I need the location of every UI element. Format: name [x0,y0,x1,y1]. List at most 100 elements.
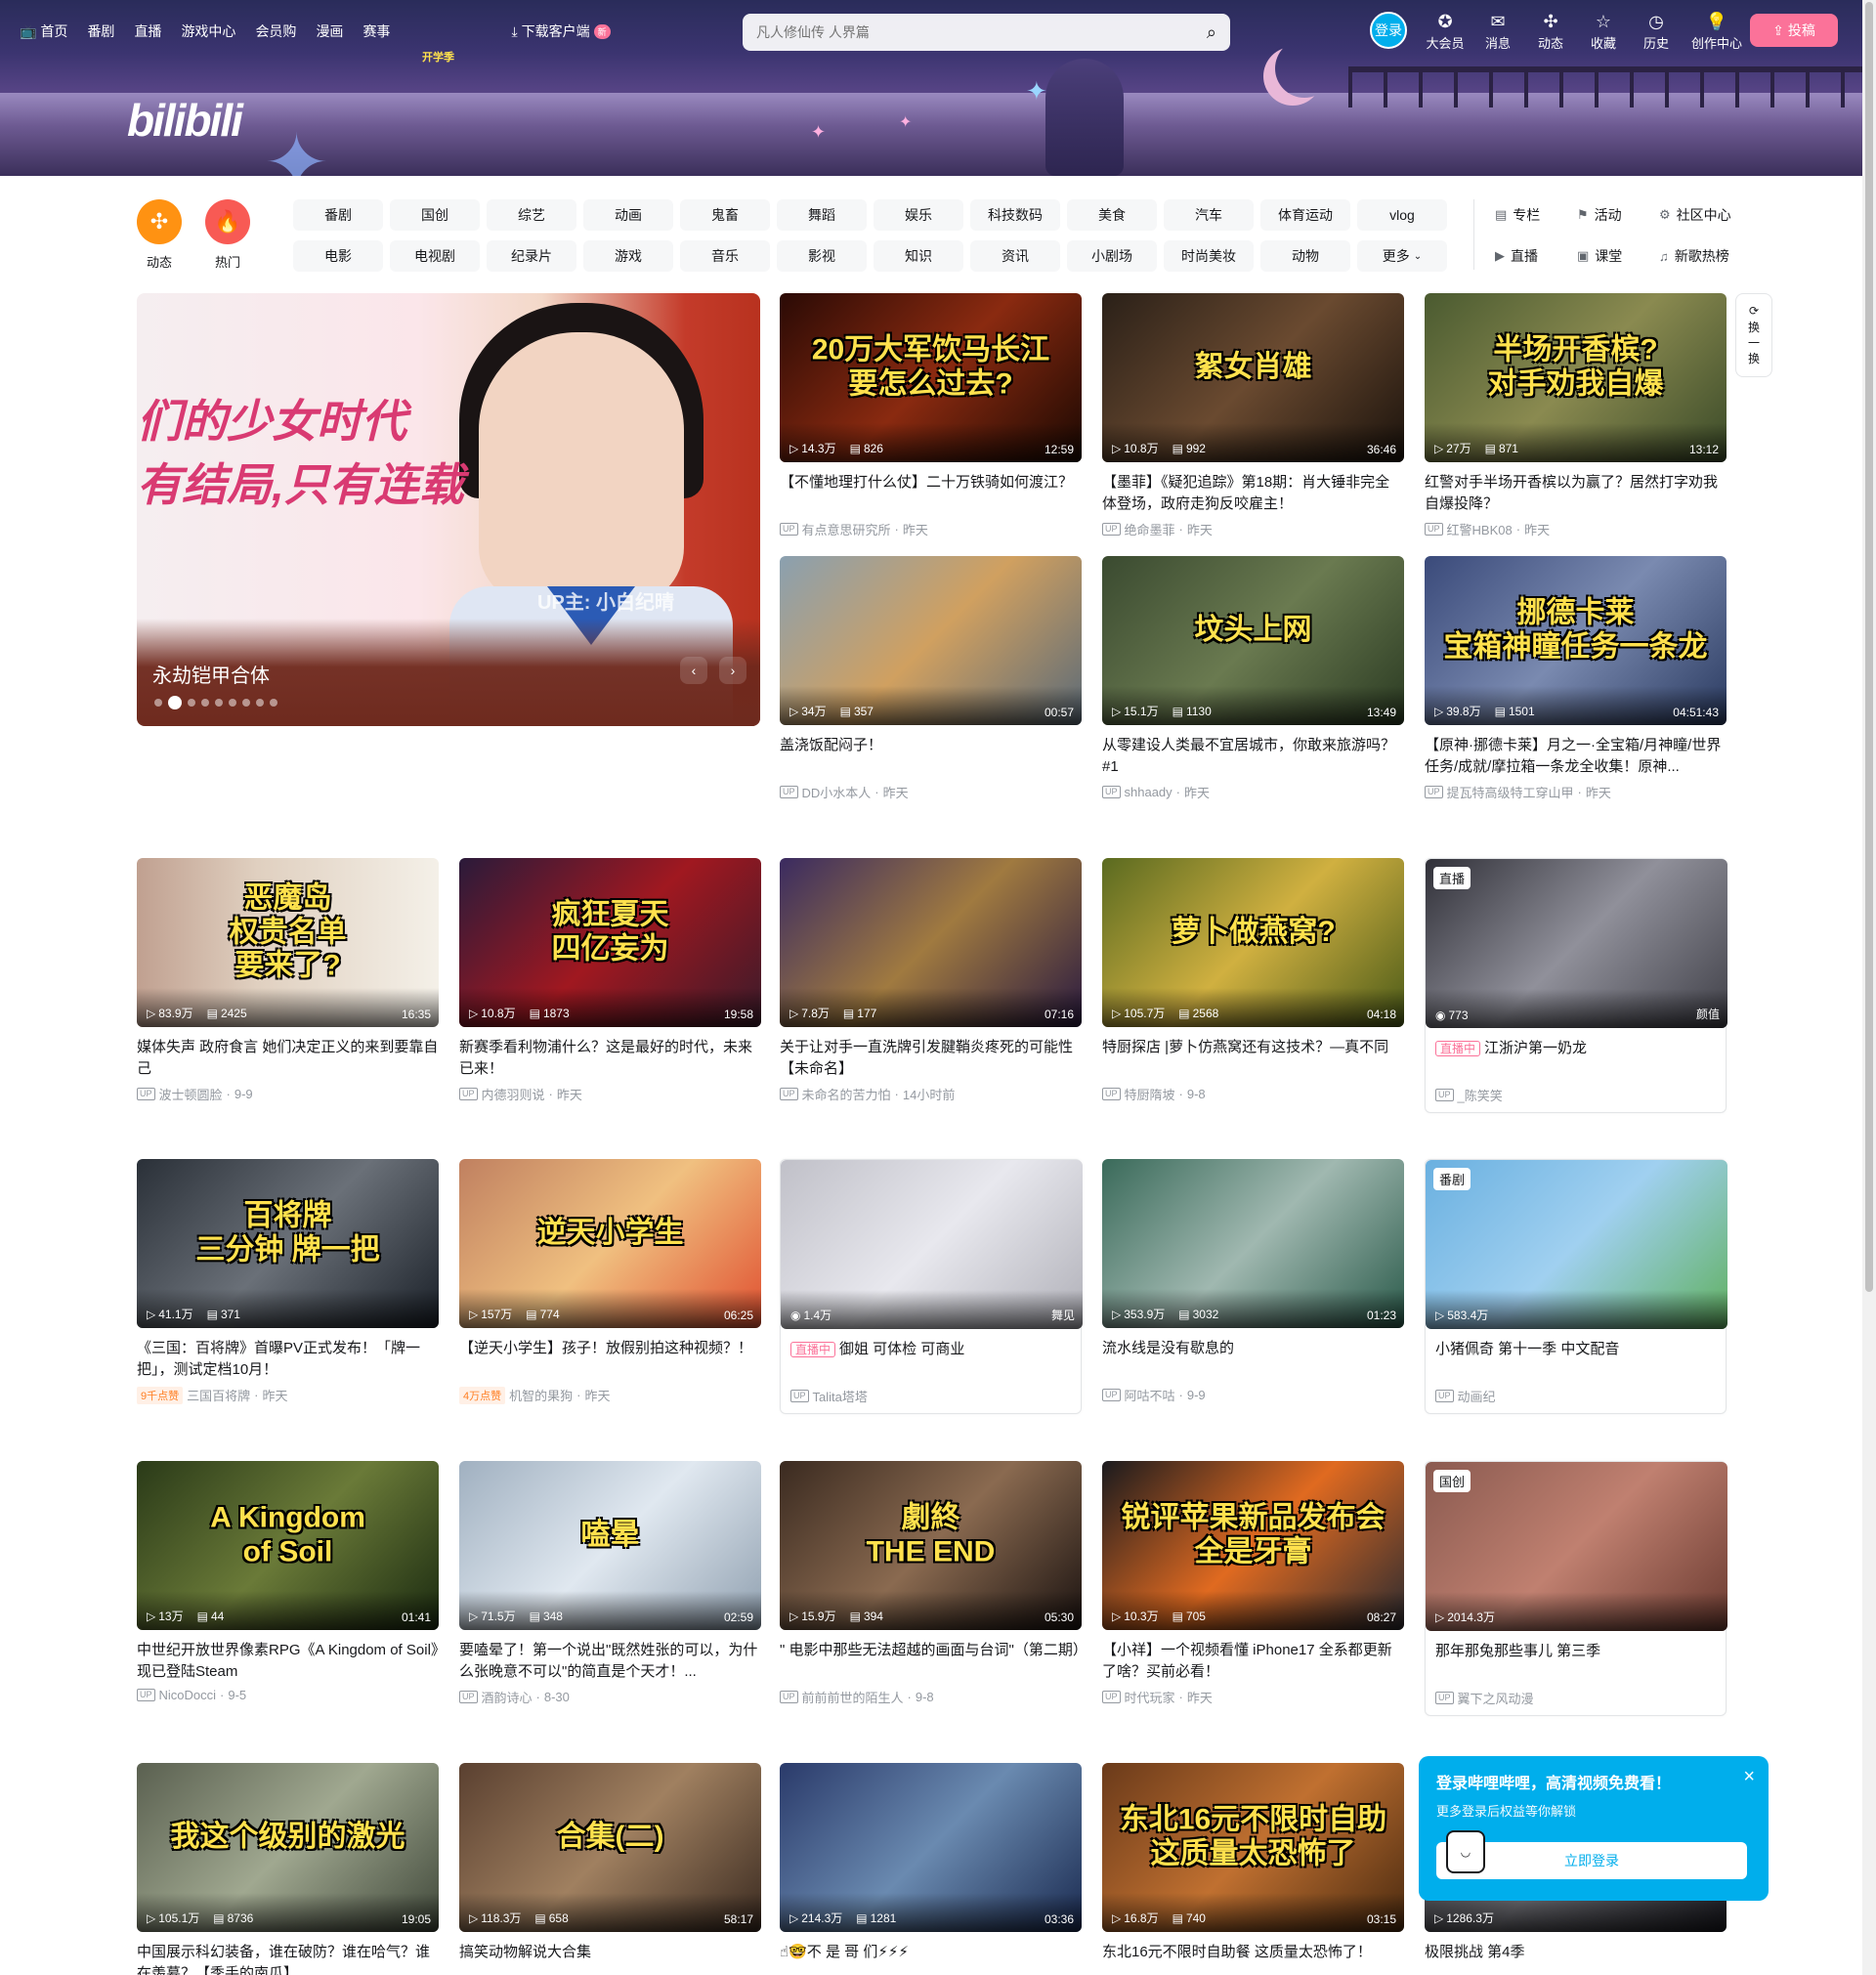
channel-item[interactable]: 纪录片 [487,240,576,272]
channel-item[interactable]: 番剧 [293,199,383,231]
video-thumbnail[interactable]: 劇終 THE END ▷ 15.9万 ▤ 394 05:30 [780,1461,1082,1630]
channel-item[interactable]: 舞蹈 [777,199,867,231]
video-thumbnail[interactable]: 逆天小学生 ▷ 157万 ▤ 774 06:25 [459,1159,761,1328]
nav-manga[interactable]: 漫画 [316,21,343,41]
video-title[interactable]: 盖浇饭配闷子！ [780,735,1082,778]
video-card[interactable]: 20万大军饮马长江 要怎么过去? ▷ 14.3万 ▤ 826 12:59 【不懂地理打什么仗… [780,293,1082,538]
nav-message[interactable]: ✉ 消息 [1471,12,1524,52]
carousel-dot[interactable] [215,699,223,707]
channel-item[interactable]: 电影 [293,240,383,272]
nav-vip[interactable]: ✪ 大会员 [1419,12,1471,52]
video-thumbnail[interactable]: 番剧 ▷ 583.4万 [1426,1160,1727,1329]
uploader-name[interactable]: 阿咕不咕 [1125,1386,1175,1404]
video-card[interactable]: 疯狂夏天 四亿妄为 ▷ 10.8万 ▤ 1873 19:58 新赛季看利物浦什么？这是最好的… [459,858,761,1103]
video-title[interactable]: 小猪佩奇 第十一季 中文配音 [1426,1339,1726,1382]
uploader-name[interactable]: 特厨隋坡 [1125,1085,1175,1103]
uploader-name[interactable]: 红警HBK08 [1447,520,1513,538]
bangumi-card[interactable]: 国创 ▷ 2014.3万 那年那兔那些事儿 第三季 UP 翼下之风动漫 [1425,1461,1727,1716]
hot-circle-button[interactable]: 🔥 [205,199,250,244]
uploader-name[interactable]: 翼下之风动漫 [1458,1689,1534,1707]
nav-game-center[interactable]: 游戏中心 [181,21,235,41]
video-card[interactable]: 恶魔岛 权贵名单 要来了? ▷ 83.9万 ▤ 2425 16:35 媒体失声 政府食言 她… [137,858,439,1103]
carousel-dot[interactable] [256,699,264,707]
close-icon[interactable]: × [1743,1766,1755,1788]
banner-campaign-tag[interactable]: 开学季 [422,49,454,64]
uploader-name[interactable]: 绝命墨菲 [1125,520,1175,538]
video-thumbnail[interactable]: 合集(二) ▷ 118.3万 ▤ 658 58:17 [459,1763,761,1932]
video-card[interactable]: ▷ 214.3万 ▤ 1281 03:36 ☝🤓不 是 哥 们⚡⚡⚡ [780,1763,1082,1975]
link-activity[interactable]: ⚑ 活动 [1577,199,1653,231]
channel-item[interactable]: 动物 [1260,240,1350,272]
video-card[interactable]: ▷ 34万 ▤ 357 00:57 盖浇饭配闷子！ UP DD小水本人 · 昨天 [780,556,1082,801]
uploader-name[interactable]: 有点意思研究所 [802,520,891,538]
video-thumbnail[interactable]: 萝卜做燕窝? ▷ 105.7万 ▤ 2568 04:18 [1102,858,1404,1027]
nav-favorite[interactable]: ☆ 收藏 [1577,12,1630,52]
video-title[interactable]: 【墨菲】《疑犯追踪》第18期：肖大锤非完全体登场，政府走狗反咬雇主！ [1102,472,1404,515]
live-card[interactable]: ◉ 1.4万 舞见 直播中 御姐 可体检 可商业 UP Talita塔塔 [780,1159,1083,1414]
video-thumbnail[interactable]: 国创 ▷ 2014.3万 [1426,1462,1727,1631]
video-thumbnail[interactable]: 挪德卡莱 宝箱神瞳任务一条龙 ▷ 39.8万 ▤ 1501 04:51:43 [1425,556,1727,725]
video-title[interactable]: 中世纪开放世界像素RPG《A Kingdom of Soil》现已登陆Steam [137,1640,439,1683]
search-icon[interactable]: ⌕ [1207,22,1216,43]
uploader-name[interactable]: 波士顿圆脸 [159,1085,223,1103]
scrollbar-thumb[interactable] [1865,2,1873,1292]
video-title[interactable]: 《三国：百将牌》首曝PV正式发布！「牌一把」，测试定档10月！ [137,1338,439,1381]
video-thumbnail[interactable]: 锐评苹果新品发布会 全是牙膏 ▷ 10.3万 ▤ 705 08:27 [1102,1461,1404,1630]
video-thumbnail[interactable]: ▷ 34万 ▤ 357 00:57 [780,556,1082,725]
search-input[interactable] [756,24,1207,40]
nav-creator-center[interactable]: 💡 创作中心 [1683,12,1751,52]
nav-home[interactable]: 📺 首页 [20,21,67,41]
video-card[interactable]: 挪德卡莱 宝箱神瞳任务一条龙 ▷ 39.8万 ▤ 1501 04:51:43 【原神·挪德卡… [1425,556,1727,801]
nav-live[interactable]: 直播 [134,21,161,41]
video-title[interactable]: 特厨探店 |萝卜仿燕窝还有这技术？—真不同 [1102,1037,1404,1080]
channel-item[interactable]: 音乐 [680,240,770,272]
link-column[interactable]: ▤ 专栏 [1495,199,1571,231]
video-card[interactable]: 东北16元不限时自助 这质量太恐怖了 ▷ 16.8万 ▤ 740 03:15 东北16元不限… [1102,1763,1404,1975]
video-card[interactable]: 锐评苹果新品发布会 全是牙膏 ▷ 10.3万 ▤ 705 08:27 【小祥】一个视频看懂 … [1102,1461,1404,1706]
video-title[interactable]: 【逆天小学生】孩子！放假别拍这种视频？！ [459,1338,761,1381]
video-title[interactable]: 直播中 御姐 可体检 可商业 [781,1339,1081,1382]
uploader-name[interactable]: 机智的果狗 [509,1386,573,1404]
video-card[interactable]: 百将牌 三分钟 牌一把 ▷ 41.1万 ▤ 371 《三国：百将牌》首曝PV正式发布！「牌… [137,1159,439,1404]
video-card[interactable]: A Kingdom of Soil ▷ 13万 ▤ 44 01:41 中世纪开放世界像素RP… [137,1461,439,1702]
video-title[interactable]: 搞笑动物解说大合集 [459,1942,761,1975]
channel-item[interactable]: 美食 [1067,199,1157,231]
channel-item[interactable]: 科技数码 [970,199,1060,231]
video-card[interactable]: 半场开香槟? 对手劝我自爆 ▷ 27万 ▤ 871 13:12 红警对手半场开香槟以为赢了？… [1425,293,1727,538]
channel-item[interactable]: vlog [1357,199,1447,231]
carousel-dot[interactable] [188,699,195,707]
video-title[interactable]: ☝🤓不 是 哥 们⚡⚡⚡ [780,1942,1082,1975]
login-avatar[interactable]: 登录 [1370,12,1407,49]
carousel-dot[interactable] [201,699,209,707]
carousel-dot[interactable] [154,699,162,707]
uploader-name[interactable]: 时代玩家 [1125,1688,1175,1706]
video-title[interactable]: " 电影中那些无法超越的画面与台词"（第二期） [780,1640,1082,1683]
video-thumbnail[interactable]: ▷ 353.9万 ▤ 3032 01:23 [1102,1159,1404,1328]
video-thumbnail[interactable]: 嗑晕 ▷ 71.5万 ▤ 348 02:59 [459,1461,761,1630]
link-live[interactable]: ▶ 直播 [1495,240,1571,272]
channel-item[interactable]: 综艺 [487,199,576,231]
carousel-prev-button[interactable]: ‹ [680,657,707,684]
video-title[interactable]: 极限挑战 第4季 [1425,1942,1727,1975]
uploader-name[interactable]: NicoDocci [159,1688,217,1702]
nav-dynamic[interactable]: ✣ 动态 [1524,12,1577,52]
link-community[interactable]: ⚙ 社区中心 [1659,199,1735,231]
uploader-name[interactable]: 动画纪 [1458,1387,1496,1405]
channel-item[interactable]: 汽车 [1164,199,1254,231]
link-new-songs[interactable]: ♫ 新歌热榜 [1659,240,1735,272]
carousel-dot[interactable] [229,699,236,707]
bangumi-card[interactable]: 番剧 ▷ 583.4万 小猪佩奇 第十一季 中文配音 UP 动画纪 [1425,1159,1727,1414]
uploader-name[interactable]: 酒韵诗心 [482,1688,533,1706]
uploader-name[interactable]: shhaady [1125,785,1172,799]
upload-button[interactable]: ⇪ 投稿 [1750,14,1838,47]
channel-item[interactable]: 资讯 [970,240,1060,272]
channel-item[interactable]: 动画 [583,199,673,231]
video-card[interactable]: 萝卜做燕窝? ▷ 105.7万 ▤ 2568 04:18 特厨探店 |萝卜仿燕窝还有这技术？… [1102,858,1404,1103]
video-title[interactable]: 直播中 江浙沪第一奶龙 [1426,1038,1726,1081]
channel-item[interactable]: 小剧场 [1067,240,1157,272]
video-thumbnail[interactable]: ◉ 1.4万 舞见 [781,1160,1083,1329]
channel-item[interactable]: 影视 [777,240,867,272]
video-card[interactable]: 我这个级别的激光 ▷ 105.1万 ▤ 8736 19:05 中国展示科幻装备，谁在破防？谁… [137,1763,439,1975]
video-thumbnail[interactable]: 我这个级别的激光 ▷ 105.1万 ▤ 8736 19:05 [137,1763,439,1932]
carousel-next-button[interactable]: › [719,657,746,684]
